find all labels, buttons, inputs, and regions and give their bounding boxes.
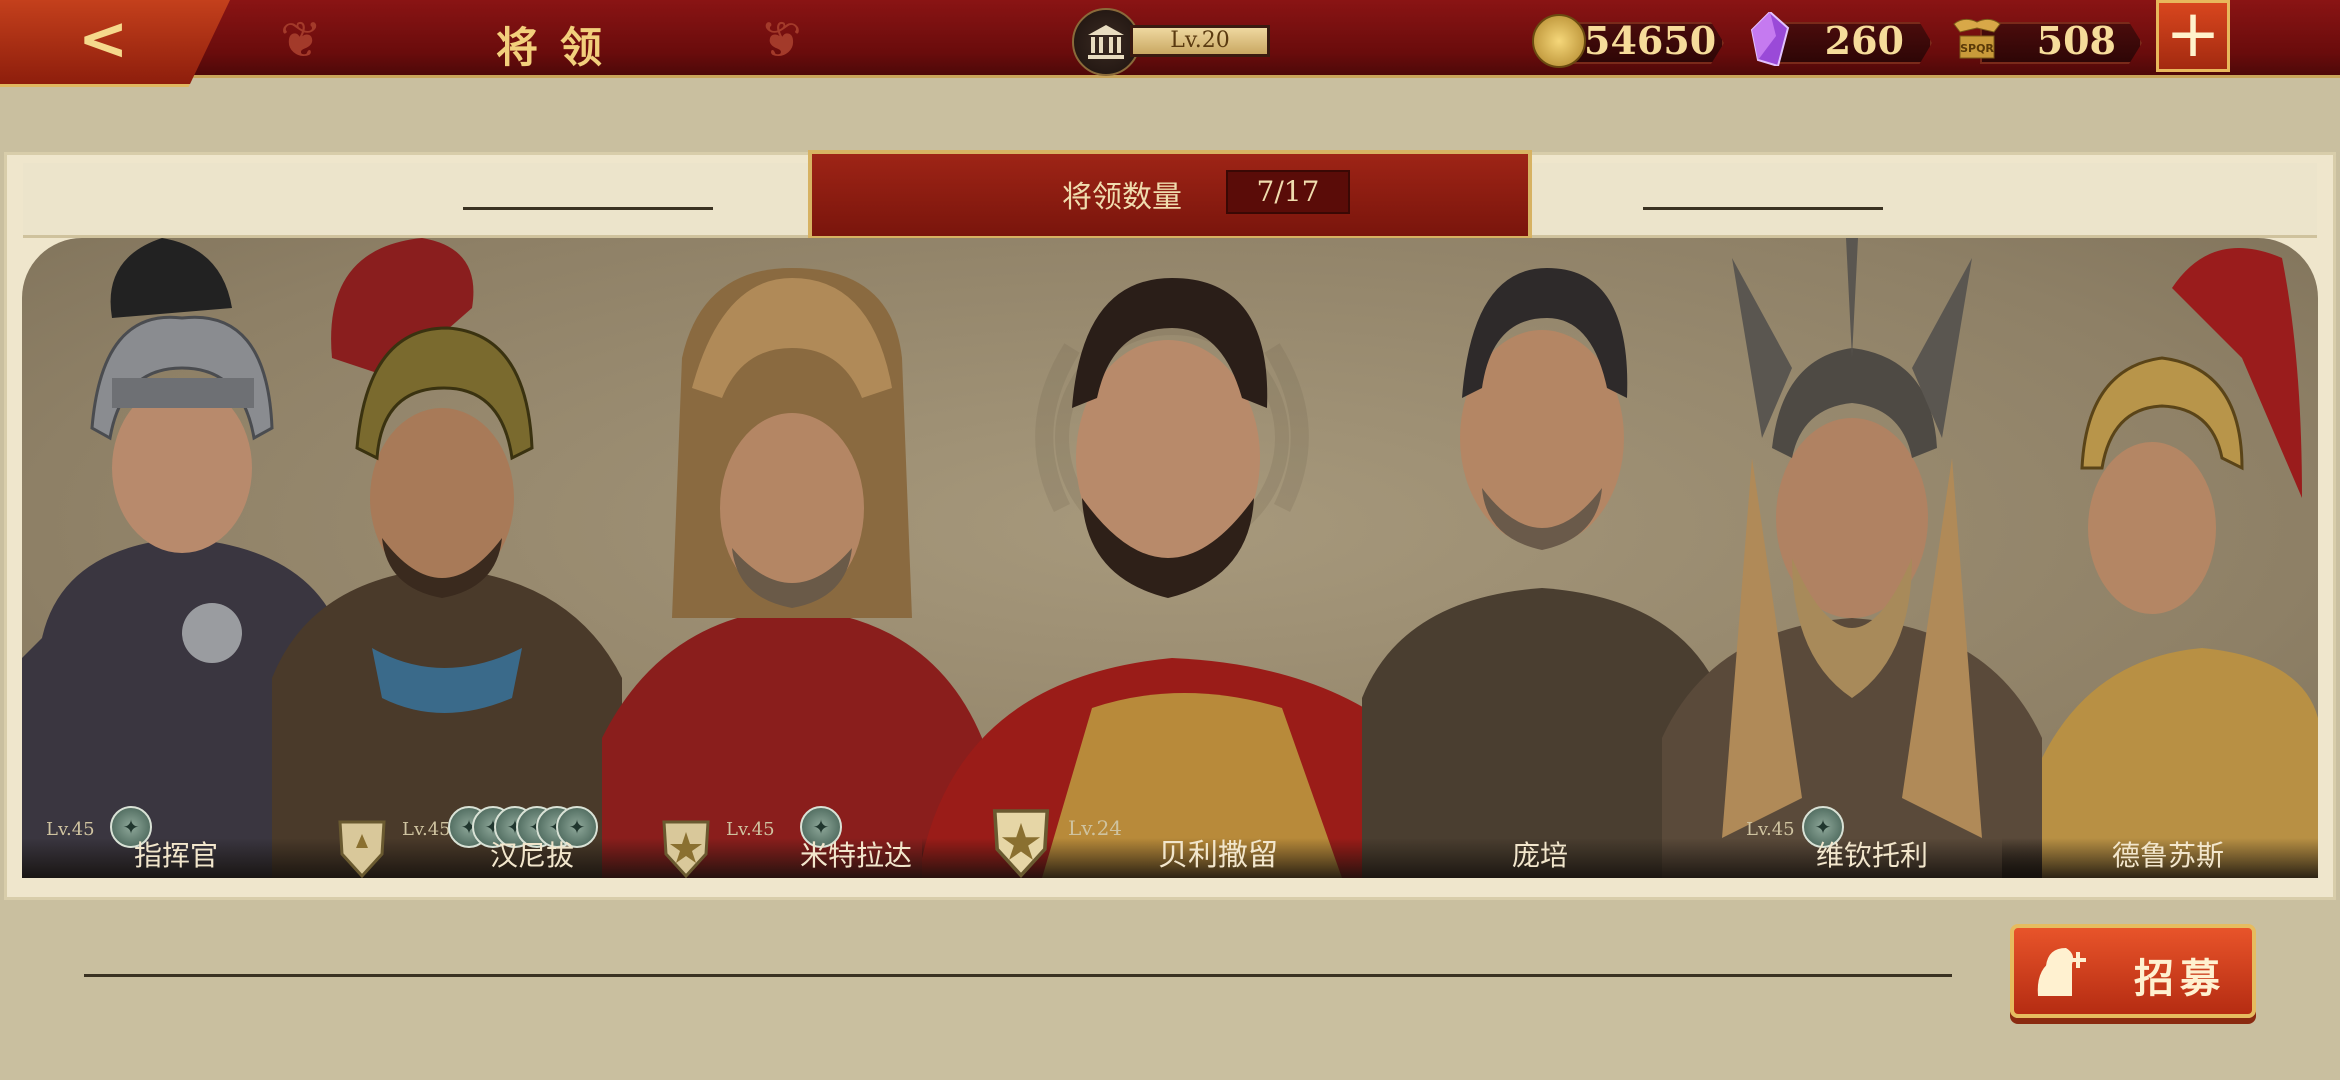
gold-resource[interactable]: 54650	[1532, 14, 1724, 68]
bottom-rule	[84, 974, 1952, 977]
hero-level: Lv.45	[402, 819, 451, 840]
hero-gallery: Lv.45 ✦ 指挥官 Lv.45 ✦ ✦ ✦ ✦ ✦ ✦ 汉尼拔	[22, 238, 2318, 878]
back-arrow-icon: <	[78, 4, 129, 74]
hero-name: 德鲁苏斯	[2112, 839, 2225, 872]
drusus-portrait	[2042, 248, 2318, 878]
add-resource-button[interactable]: +	[2156, 0, 2230, 72]
general-count-banner: 将领数量 7/17	[808, 150, 1532, 240]
header-rule-left	[463, 207, 713, 210]
general-count-value: 7/17	[1226, 170, 1350, 214]
gem-value: 260	[1824, 18, 1904, 63]
laurel-left-icon: ❦	[280, 11, 322, 69]
header-rule-right	[1643, 207, 1883, 210]
building-level: Lv.20	[1130, 25, 1270, 57]
hero-level: Lv.45	[1746, 819, 1795, 840]
top-bar: < ❦ 将领 ❦ Lv.20 54650 260 SPQR 508 +	[0, 0, 2340, 87]
gold-value: 54650	[1584, 18, 1717, 63]
hero-name: 汉尼拔	[490, 839, 575, 872]
hero-level: Lv.45	[46, 819, 95, 840]
hero-level: Lv.24	[1068, 816, 1123, 840]
purple-gem-icon	[1750, 12, 1790, 66]
hero-card-vercingetorix[interactable]: Lv.45 ✦ 维钦托利	[1662, 238, 2042, 878]
hero-name: 米特拉达	[800, 839, 913, 872]
honor-resource[interactable]: SPQR 508	[1950, 14, 2142, 66]
back-button[interactable]: <	[0, 0, 230, 87]
recruit-label: 招募	[2134, 955, 2226, 1002]
general-count-label: 将领数量	[1062, 180, 1182, 215]
hero-name: 维钦托利	[1816, 839, 1929, 872]
honor-value: 508	[2036, 18, 2116, 63]
page-title: 将领	[495, 23, 624, 72]
laurel-right-icon: ❦	[760, 11, 802, 69]
gem-resource[interactable]: 260	[1746, 12, 1932, 66]
recruit-button[interactable]: 招募	[2010, 924, 2256, 1018]
hero-card-drusus[interactable]: 德鲁苏斯	[2002, 238, 2318, 878]
spqr-eagle-icon: SPQR	[1953, 18, 2001, 59]
hero-name: 贝利撒留	[1158, 838, 1278, 873]
gold-coin-icon	[1532, 14, 1586, 68]
spqr-text: SPQR	[1960, 42, 1994, 55]
rank-shield-icon	[662, 820, 710, 878]
hero-level: Lv.45	[726, 819, 775, 840]
vercingetorix-portrait	[1662, 238, 2042, 878]
hannibal-portrait	[272, 238, 622, 878]
helmet-plus-icon	[2037, 948, 2086, 996]
hero-name: 庞培	[1512, 839, 1569, 872]
rank-shield-icon	[338, 820, 386, 878]
rank-shield-icon	[992, 809, 1050, 878]
hero-name: 指挥官	[134, 839, 219, 872]
hero-card-hannibal[interactable]: Lv.45 ✦ ✦ ✦ ✦ ✦ ✦ 汉尼拔	[272, 238, 622, 878]
